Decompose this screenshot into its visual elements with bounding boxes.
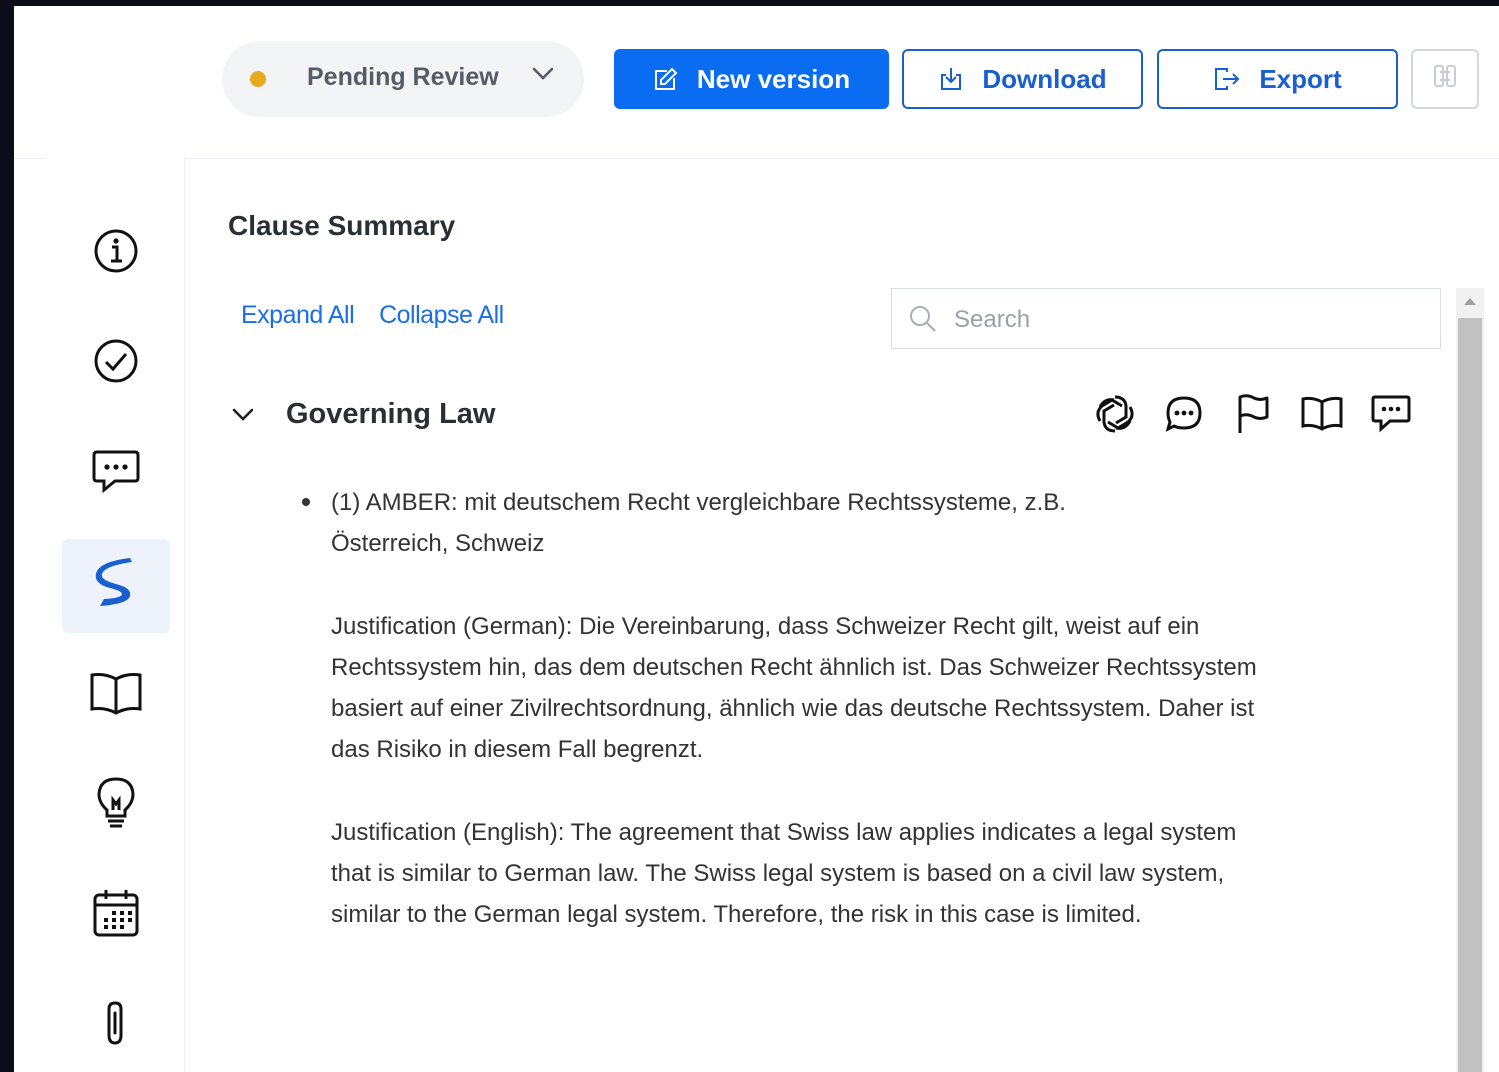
- sidebar: [46, 158, 185, 1072]
- page-title: Clause Summary: [228, 210, 456, 241]
- top-toolbar: Pending Review New version Download Expo…: [14, 6, 1499, 159]
- sidebar-item-comments[interactable]: [62, 426, 170, 520]
- book-icon: [89, 671, 143, 720]
- download-button[interactable]: Download: [902, 49, 1143, 109]
- lightbulb-icon: [96, 776, 136, 835]
- sidebar-item-library[interactable]: [62, 648, 170, 742]
- clause-item: (1) AMBER: mit deutschem Recht vergleich…: [331, 482, 1281, 977]
- library-button[interactable]: [1287, 392, 1356, 440]
- expand-all-link[interactable]: Expand All: [241, 301, 355, 329]
- sync-icon: [1431, 62, 1459, 97]
- comment-icon: [1370, 394, 1412, 439]
- clause-heading-line1: (1) AMBER: mit deutschem Recht vergleich…: [331, 489, 1066, 516]
- paperclip-icon: [101, 999, 131, 1052]
- scroll-up-arrow[interactable]: [1464, 298, 1476, 305]
- search-icon: [908, 304, 938, 339]
- sync-button[interactable]: [1411, 49, 1479, 109]
- check-circle-icon: [93, 338, 139, 389]
- search-box: [891, 288, 1441, 349]
- ai-icon: [1094, 393, 1136, 440]
- download-icon: [938, 66, 964, 92]
- status-dropdown[interactable]: Pending Review: [222, 41, 584, 117]
- section-collapse-chevron-icon[interactable]: [232, 408, 254, 427]
- ai-assist-button[interactable]: [1080, 392, 1149, 440]
- chat-button[interactable]: [1149, 392, 1218, 440]
- collapse-all-link[interactable]: Collapse All: [379, 301, 504, 329]
- sidebar-item-summary[interactable]: [62, 539, 170, 633]
- section-title[interactable]: Governing Law: [286, 398, 495, 431]
- new-version-button[interactable]: New version: [614, 49, 889, 109]
- clause-heading-line2: Österreich, Schweiz: [331, 530, 545, 557]
- chat-icon: [1164, 394, 1204, 439]
- export-button[interactable]: Export: [1157, 49, 1398, 109]
- edit-icon: [653, 66, 679, 92]
- expand-collapse-links: Expand All Collapse All: [241, 301, 522, 330]
- sidebar-item-info[interactable]: [62, 206, 170, 300]
- status-dot: [250, 71, 266, 87]
- clause-summary-panel: Clause Summary Expand All Collapse All G…: [185, 158, 1499, 1072]
- new-version-label: New version: [696, 63, 851, 94]
- info-icon: [93, 228, 139, 279]
- list-bullet: [302, 498, 310, 506]
- export-label: Export: [1259, 63, 1342, 94]
- calendar-icon: [92, 888, 140, 943]
- comment-icon: [91, 448, 141, 499]
- export-icon: [1213, 66, 1241, 92]
- comment-button[interactable]: [1356, 392, 1425, 440]
- chevron-down-icon: [532, 67, 554, 86]
- section-actions: [1080, 392, 1425, 440]
- sidebar-item-review[interactable]: [62, 316, 170, 410]
- sidebar-item-calendar[interactable]: [62, 868, 170, 962]
- flag-button[interactable]: [1218, 392, 1287, 440]
- justification-english: Justification (English): The agreement t…: [331, 819, 1237, 928]
- app-window: Pending Review New version Download Expo…: [14, 6, 1499, 1072]
- sidebar-item-insights[interactable]: [62, 758, 170, 852]
- justification-german: Justification (German): Die Vereinbarung…: [331, 613, 1257, 763]
- scrollbar[interactable]: [1456, 288, 1484, 1072]
- search-input[interactable]: [952, 299, 1426, 341]
- download-label: Download: [982, 63, 1107, 94]
- brand-s-icon: [94, 557, 138, 615]
- scroll-thumb[interactable]: [1458, 318, 1482, 1072]
- status-label: Pending Review: [307, 63, 499, 91]
- sidebar-item-attachments[interactable]: [62, 978, 170, 1072]
- book-icon: [1300, 396, 1344, 437]
- flag-icon: [1235, 393, 1271, 440]
